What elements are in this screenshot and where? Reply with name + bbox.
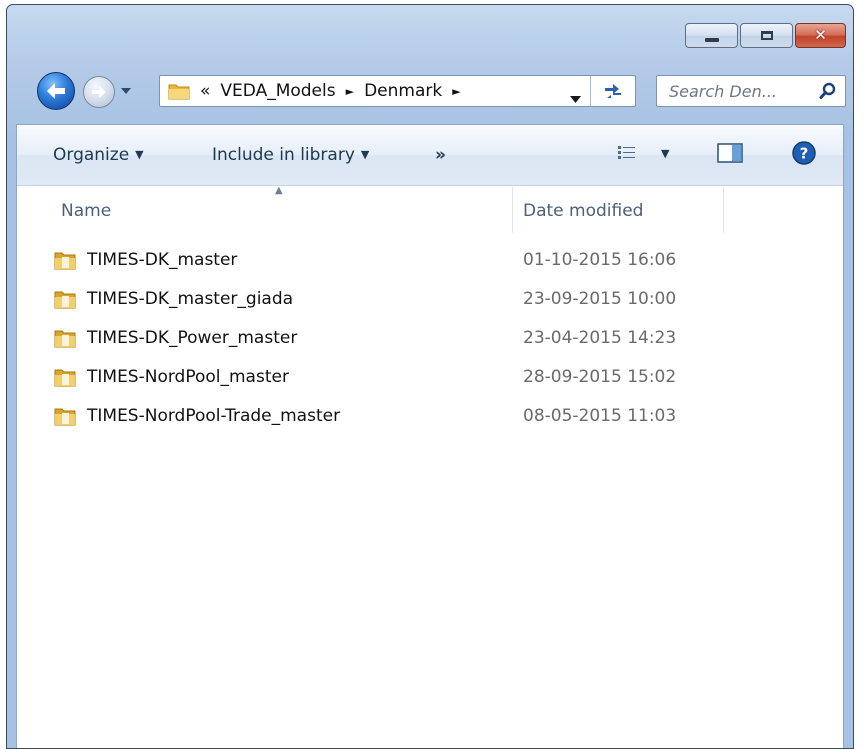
chevron-down-icon bbox=[570, 96, 581, 103]
chevron-down-icon: ▼ bbox=[135, 148, 144, 161]
refresh-button[interactable] bbox=[590, 76, 635, 106]
file-name: TIMES-DK_master_giada bbox=[87, 289, 294, 309]
view-options-dropdown[interactable]: ▼ bbox=[661, 144, 669, 164]
organize-label: Organize bbox=[53, 145, 130, 165]
folder-icon bbox=[53, 251, 77, 275]
maximize-button[interactable] bbox=[740, 23, 793, 48]
close-icon: ✕ bbox=[814, 26, 827, 44]
search-input[interactable]: Search Den... bbox=[669, 82, 777, 101]
navigation-bar: « VEDA_Models ► Denmark ► Search Den... bbox=[37, 69, 846, 115]
column-header: ▲ Name Date modified bbox=[17, 185, 843, 240]
organize-button[interactable]: Organize ▼ bbox=[53, 145, 144, 165]
change-view-button[interactable] bbox=[617, 144, 637, 167]
column-date-modified-header[interactable]: Date modified bbox=[523, 201, 643, 221]
breadcrumb-separator-icon[interactable]: ► bbox=[346, 85, 354, 98]
address-bar[interactable]: « VEDA_Models ► Denmark ► bbox=[159, 75, 636, 107]
column-divider[interactable] bbox=[512, 187, 513, 233]
list-item[interactable]: TIMES-NordPool_master 28-09-2015 15:02 bbox=[17, 358, 843, 397]
file-list: TIMES-DK_master 01-10-2015 16:06 TIMES-D… bbox=[17, 241, 843, 436]
more-commands-button[interactable]: » bbox=[435, 145, 446, 165]
preview-pane-button[interactable] bbox=[717, 142, 743, 169]
file-date: 23-09-2015 10:00 bbox=[523, 289, 677, 309]
breadcrumb-item-denmark[interactable]: Denmark bbox=[364, 81, 442, 101]
forward-button[interactable] bbox=[83, 76, 115, 108]
sort-ascending-icon: ▲ bbox=[275, 185, 283, 196]
help-button[interactable]: ? bbox=[791, 140, 817, 171]
breadcrumb-item-veda-models[interactable]: VEDA_Models bbox=[220, 81, 335, 101]
help-icon: ? bbox=[792, 141, 816, 165]
file-date: 01-10-2015 16:06 bbox=[523, 250, 677, 270]
folder-icon bbox=[168, 82, 190, 104]
back-button[interactable] bbox=[37, 72, 75, 110]
file-date: 28-09-2015 15:02 bbox=[523, 367, 677, 387]
preview-pane-icon bbox=[717, 143, 743, 163]
search-icon[interactable] bbox=[819, 82, 837, 104]
list-item[interactable]: TIMES-DK_master 01-10-2015 16:06 bbox=[17, 241, 843, 280]
include-in-library-label: Include in library bbox=[212, 145, 355, 165]
back-arrow-icon bbox=[47, 83, 65, 99]
explorer-content: Organize ▼ Include in library ▼ » ▼ ? ▲ … bbox=[16, 124, 844, 748]
details-view-icon bbox=[618, 146, 635, 159]
explorer-window: ✕ « VEDA_Models ► Denmark ► Search Den..… bbox=[6, 4, 854, 749]
search-box[interactable]: Search Den... bbox=[656, 75, 846, 107]
include-in-library-button[interactable]: Include in library ▼ bbox=[212, 145, 369, 165]
file-name: TIMES-NordPool_master bbox=[87, 367, 289, 387]
caption-buttons: ✕ bbox=[685, 23, 846, 48]
list-item[interactable]: TIMES-NordPool-Trade_master 08-05-2015 1… bbox=[17, 397, 843, 436]
folder-icon bbox=[53, 368, 77, 392]
breadcrumb: « VEDA_Models ► Denmark ► bbox=[200, 81, 471, 101]
minimize-button[interactable] bbox=[685, 23, 738, 48]
column-name-header[interactable]: Name bbox=[61, 201, 111, 221]
breadcrumb-overflow[interactable]: « bbox=[200, 81, 210, 101]
refresh-icon bbox=[605, 84, 621, 98]
file-date: 08-05-2015 11:03 bbox=[523, 406, 677, 426]
chevron-down-icon: ▼ bbox=[360, 148, 370, 161]
list-item[interactable]: TIMES-DK_Power_master 23-04-2015 14:23 bbox=[17, 319, 843, 358]
file-name: TIMES-DK_master bbox=[87, 250, 238, 270]
folder-icon bbox=[53, 329, 77, 353]
chevron-down-icon bbox=[121, 88, 131, 94]
folder-icon bbox=[53, 407, 77, 431]
forward-arrow-icon bbox=[92, 86, 106, 98]
recent-pages-button[interactable] bbox=[119, 84, 133, 98]
command-bar: Organize ▼ Include in library ▼ » ▼ ? bbox=[17, 125, 843, 186]
file-date: 23-04-2015 14:23 bbox=[523, 328, 677, 348]
close-button[interactable]: ✕ bbox=[795, 23, 846, 48]
file-name: TIMES-DK_Power_master bbox=[87, 328, 298, 348]
svg-text:?: ? bbox=[800, 145, 809, 163]
minimize-icon bbox=[704, 37, 719, 42]
column-divider[interactable] bbox=[723, 187, 724, 233]
file-name: TIMES-NordPool-Trade_master bbox=[87, 406, 341, 426]
folder-icon bbox=[53, 290, 77, 314]
chevron-down-icon: ▼ bbox=[661, 147, 670, 160]
list-item[interactable]: TIMES-DK_master_giada 23-09-2015 10:00 bbox=[17, 280, 843, 319]
address-dropdown-button[interactable] bbox=[570, 88, 581, 107]
breadcrumb-separator-icon[interactable]: ► bbox=[452, 85, 460, 98]
maximize-icon bbox=[760, 31, 773, 40]
